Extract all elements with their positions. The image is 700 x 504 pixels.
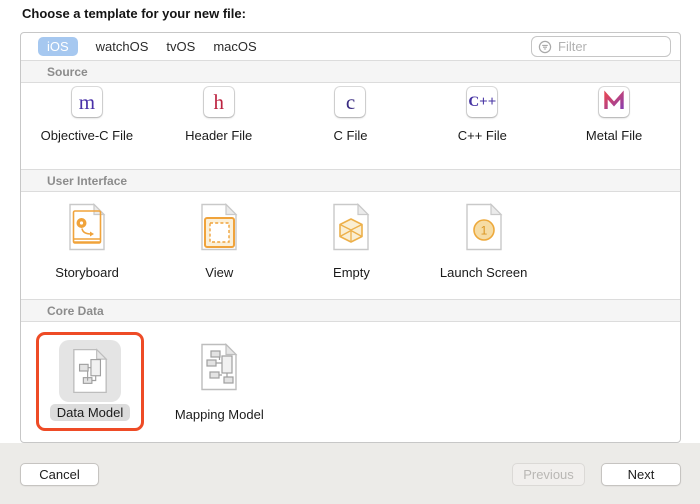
item-label: Launch Screen: [439, 265, 528, 280]
item-label: Mapping Model: [174, 407, 264, 422]
metal-file-icon: [599, 87, 630, 117]
annotation-highlight-box: Data Model: [36, 332, 144, 431]
filter-icon: [538, 40, 552, 54]
template-item-cpp-file[interactable]: C++ C++ File: [416, 83, 548, 169]
filter-field[interactable]: [531, 36, 671, 57]
item-label: Metal File: [585, 128, 643, 143]
template-item-storyboard[interactable]: Storyboard: [21, 192, 153, 299]
cpp-file-icon: C++: [467, 87, 498, 117]
c-glyph: c: [345, 89, 356, 114]
tab-watchos[interactable]: watchOS: [96, 39, 149, 54]
section-source-items: m Objective-C File h Header File c C Fil…: [21, 83, 680, 169]
item-label: Header File: [185, 128, 253, 143]
section-header-user-interface: User Interface: [21, 169, 680, 192]
launch-screen-document-icon: 1: [464, 203, 504, 256]
item-label: Objective-C File: [40, 128, 134, 143]
cpp-glyph: C++: [468, 93, 497, 110]
objective-c-file-icon: m: [71, 87, 102, 117]
section-title: Core Data: [47, 303, 104, 318]
item-label-selected: Data Model: [49, 404, 131, 421]
header-glyph: h: [213, 89, 224, 114]
view-document-icon: [199, 203, 239, 256]
section-header-source: Source: [21, 60, 680, 83]
section-core-data-items: Data Model Mapping Model: [21, 322, 680, 442]
section-user-interface-items: Storyboard View Empty 1 Launch Screen: [21, 192, 680, 299]
item-label: Storyboard: [55, 265, 119, 280]
item-label: C++ File: [457, 128, 507, 143]
section-title: Source: [47, 64, 88, 79]
data-model-selected-background: [59, 340, 121, 402]
template-item-data-model[interactable]: Data Model: [21, 322, 153, 442]
template-chooser-panel: iOS watchOS tvOS macOS Source m: [20, 32, 681, 443]
template-item-empty[interactable]: Empty: [285, 192, 417, 299]
template-item-launch-screen[interactable]: 1 Launch Screen: [418, 192, 550, 299]
dialog-bottom-bar: [0, 443, 700, 504]
section-title: User Interface: [47, 173, 128, 188]
filter-input[interactable]: [556, 38, 664, 55]
storyboard-document-icon: [67, 203, 107, 256]
header-file-icon: h: [203, 87, 234, 117]
template-item-header-file[interactable]: h Header File: [153, 83, 285, 169]
mapping-model-document-icon: [199, 343, 239, 396]
cancel-button[interactable]: Cancel: [20, 463, 99, 486]
template-item-objective-c-file[interactable]: m Objective-C File: [21, 83, 153, 169]
next-button[interactable]: Next: [601, 463, 681, 486]
empty-cube-document-icon: [331, 203, 371, 256]
item-label: C File: [333, 128, 368, 143]
section-header-core-data: Core Data: [21, 299, 680, 322]
c-file-icon: c: [335, 87, 366, 117]
platform-tabbar: iOS watchOS tvOS macOS: [21, 33, 680, 60]
data-model-document-icon: [71, 348, 109, 394]
tab-macos[interactable]: macOS: [213, 39, 256, 54]
launch-screen-badge: 1: [480, 224, 487, 238]
platform-tabs: iOS watchOS tvOS macOS: [38, 37, 257, 56]
template-item-mapping-model[interactable]: Mapping Model: [153, 322, 285, 442]
tab-tvos[interactable]: tvOS: [166, 39, 195, 54]
tab-ios[interactable]: iOS: [38, 37, 78, 56]
dialog-title: Choose a template for your new file:: [22, 6, 246, 21]
objc-glyph: m: [78, 89, 96, 114]
template-item-view[interactable]: View: [153, 192, 285, 299]
template-item-c-file[interactable]: c C File: [285, 83, 417, 169]
item-label: Empty: [333, 265, 370, 280]
template-item-metal-file[interactable]: Metal File: [548, 83, 680, 169]
previous-button[interactable]: Previous: [512, 463, 585, 486]
item-label: View: [205, 265, 234, 280]
